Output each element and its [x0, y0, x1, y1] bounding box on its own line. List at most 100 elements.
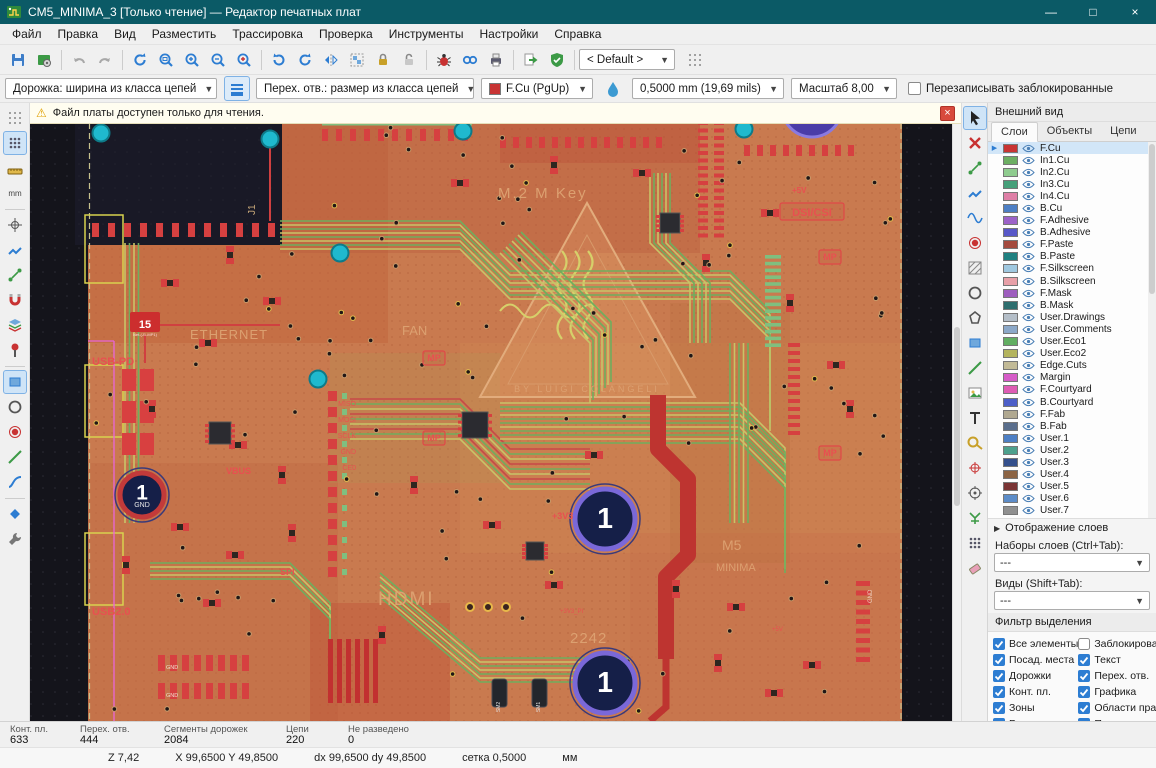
- layer-display-toggle[interactable]: ▶ Отображение слоев: [988, 518, 1156, 537]
- footprint-anchor-button[interactable]: [3, 338, 27, 362]
- layer-color-swatch[interactable]: [1003, 506, 1018, 515]
- visibility-eye-icon[interactable]: [1022, 168, 1036, 177]
- layer-row-user-eco1[interactable]: User.Eco1: [988, 336, 1156, 348]
- filter-[interactable]: Все элементы: [993, 636, 1078, 651]
- visibility-eye-icon[interactable]: [1022, 361, 1036, 370]
- visibility-eye-icon[interactable]: [1022, 373, 1036, 382]
- visibility-eye-icon[interactable]: [1022, 494, 1036, 503]
- layer-row-in2-cu[interactable]: In2.Cu: [988, 166, 1156, 178]
- tab-[interactable]: Цепи: [1101, 122, 1145, 141]
- layer-row-b-fab[interactable]: B.Fab: [988, 420, 1156, 432]
- layer-row-f-courtyard[interactable]: F.Courtyard: [988, 384, 1156, 396]
- visibility-eye-icon[interactable]: [1022, 228, 1036, 237]
- zone-fill-display-button[interactable]: [3, 370, 27, 394]
- layer-presentation-button[interactable]: [3, 313, 27, 337]
- visibility-eye-icon[interactable]: [1022, 410, 1036, 419]
- update-pcb-from-schematic-button[interactable]: [518, 47, 544, 72]
- layer-color-swatch[interactable]: [1003, 204, 1018, 213]
- layer-row-user-3[interactable]: User.3: [988, 456, 1156, 468]
- visibility-eye-icon[interactable]: [1022, 482, 1036, 491]
- layer-color-swatch[interactable]: [1003, 264, 1018, 273]
- add-text-button[interactable]: [963, 406, 987, 430]
- layer-row-b-mask[interactable]: B.Mask: [988, 299, 1156, 311]
- units-mm-button[interactable]: mm: [3, 181, 27, 205]
- layer-row-edge-cuts[interactable]: Edge.Cuts: [988, 360, 1156, 372]
- layer-color-swatch[interactable]: [1003, 313, 1018, 322]
- zoom-selection-button[interactable]: [231, 47, 257, 72]
- interactive-router-button[interactable]: [3, 502, 27, 526]
- fanout-button[interactable]: [963, 506, 987, 530]
- ratsnest-visibility-button[interactable]: [3, 238, 27, 262]
- layer-color-swatch[interactable]: [1003, 458, 1018, 467]
- filter-[interactable]: Области правил: [1078, 700, 1156, 715]
- viewports-select[interactable]: ---▼: [994, 591, 1150, 610]
- snap-grid-button[interactable]: [3, 131, 27, 155]
- layer-row-in1-cu[interactable]: In1.Cu: [988, 154, 1156, 166]
- visibility-eye-icon[interactable]: [1022, 398, 1036, 407]
- filter-[interactable]: Конт. пл.: [993, 684, 1078, 699]
- profile-select[interactable]: < Default >▼: [579, 49, 675, 70]
- search-button[interactable]: [457, 47, 483, 72]
- layer-row-b-courtyard[interactable]: B.Courtyard: [988, 396, 1156, 408]
- select-tool-button[interactable]: [963, 106, 987, 130]
- menu-item-3[interactable]: Вид: [106, 25, 144, 43]
- layer-row-b-cu[interactable]: B.Cu: [988, 202, 1156, 214]
- layer-color-swatch[interactable]: [1003, 434, 1018, 443]
- layer-color-swatch[interactable]: [1003, 301, 1018, 310]
- layer-color-swatch[interactable]: [1003, 422, 1018, 431]
- visibility-eye-icon[interactable]: [1022, 289, 1036, 298]
- draw-polygon-button[interactable]: [963, 306, 987, 330]
- layer-color-swatch[interactable]: [1003, 240, 1018, 249]
- pad-outline-display-button[interactable]: [3, 395, 27, 419]
- layer-color-swatch[interactable]: [1003, 446, 1018, 455]
- track-outline-display-button[interactable]: [3, 445, 27, 469]
- tune-length-button[interactable]: [963, 206, 987, 230]
- preferences-button[interactable]: [3, 527, 27, 551]
- crosshair-cursor-button[interactable]: [3, 213, 27, 237]
- layer-color-swatch[interactable]: [1003, 373, 1018, 382]
- visibility-eye-icon[interactable]: [1022, 240, 1036, 249]
- menu-item-7[interactable]: Инструменты: [381, 25, 472, 43]
- highlight-net-tool-button[interactable]: [963, 156, 987, 180]
- layer-row-b-silkscreen[interactable]: B.Silkscreen: [988, 275, 1156, 287]
- layer-row-f-mask[interactable]: F.Mask: [988, 287, 1156, 299]
- warning-close-button[interactable]: ×: [940, 106, 955, 121]
- measure-scale-button[interactable]: [3, 156, 27, 180]
- dot-grid-button[interactable]: [963, 531, 987, 555]
- board-setup-button[interactable]: [31, 47, 57, 72]
- layer-row-f-cu[interactable]: ▶F.Cu: [988, 142, 1156, 154]
- interactive-delete-button[interactable]: [963, 131, 987, 155]
- layer-color-swatch[interactable]: [1003, 289, 1018, 298]
- tab-[interactable]: Объекты: [1038, 122, 1101, 141]
- visibility-eye-icon[interactable]: [1022, 349, 1036, 358]
- layer-row-f-adhesive[interactable]: F.Adhesive: [988, 215, 1156, 227]
- visibility-eye-icon[interactable]: [1022, 506, 1036, 515]
- layer-color-swatch[interactable]: [1003, 252, 1018, 261]
- layer-row-b-adhesive[interactable]: B.Adhesive: [988, 227, 1156, 239]
- drc-bug-button[interactable]: [431, 47, 457, 72]
- layer-color-swatch[interactable]: [1003, 216, 1018, 225]
- draw-circle-button[interactable]: [963, 281, 987, 305]
- visibility-eye-icon[interactable]: [1022, 458, 1036, 467]
- visibility-eye-icon[interactable]: [1022, 252, 1036, 261]
- visibility-eye-icon[interactable]: [1022, 325, 1036, 334]
- visibility-eye-icon[interactable]: [1022, 422, 1036, 431]
- layer-row-f-fab[interactable]: F.Fab: [988, 408, 1156, 420]
- layer-row-user-comments[interactable]: User.Comments: [988, 323, 1156, 335]
- mirror-button[interactable]: [318, 47, 344, 72]
- layer-color-swatch[interactable]: [1003, 410, 1018, 419]
- zoom-out-button[interactable]: [205, 47, 231, 72]
- layer-color-swatch[interactable]: [1003, 385, 1018, 394]
- layer-color-swatch[interactable]: [1003, 192, 1018, 201]
- grid-settings-button[interactable]: [682, 47, 708, 72]
- layer-row-user-5[interactable]: User.5: [988, 481, 1156, 493]
- layer-color-swatch[interactable]: [1003, 325, 1018, 334]
- track-width-select[interactable]: Дорожка: ширина из класса цепей▼: [5, 78, 217, 99]
- active-layer-select[interactable]: F.Cu (PgUp)▼: [481, 78, 593, 99]
- visibility-eye-icon[interactable]: [1022, 385, 1036, 394]
- visibility-eye-icon[interactable]: [1022, 156, 1036, 165]
- undo-button[interactable]: [66, 47, 92, 72]
- visibility-eye-icon[interactable]: [1022, 337, 1036, 346]
- tab-[interactable]: Слои: [991, 122, 1038, 142]
- layer-row-user-4[interactable]: User.4: [988, 469, 1156, 481]
